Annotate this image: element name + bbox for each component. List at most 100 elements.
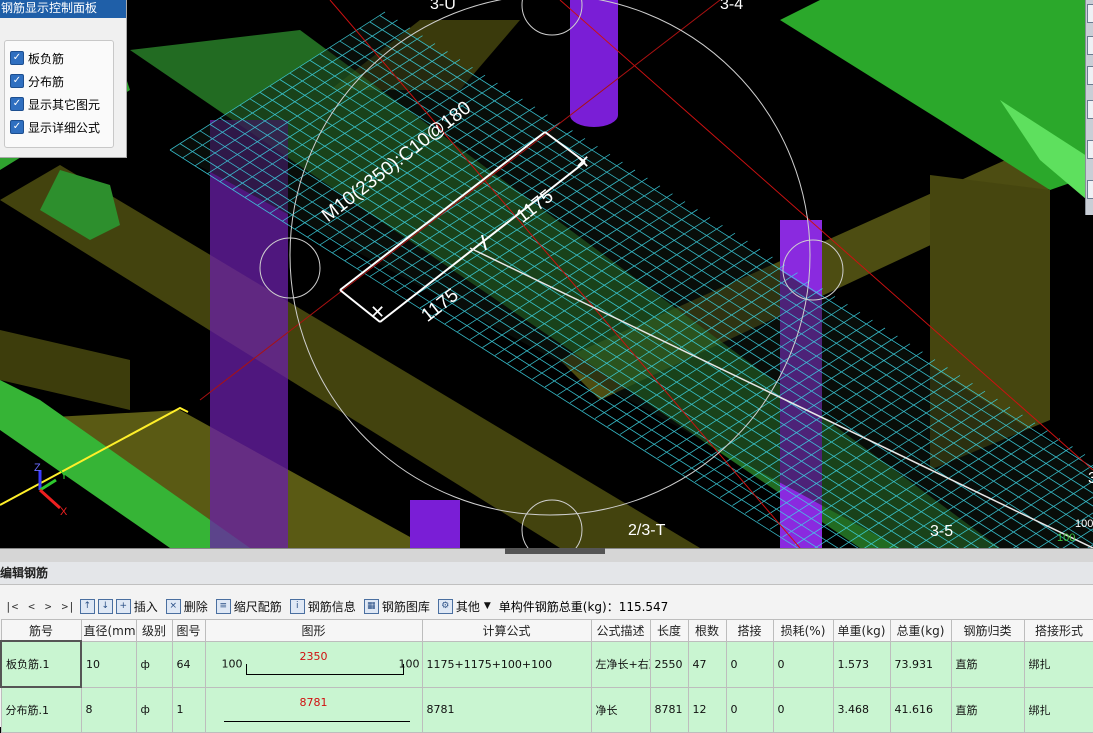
column-header[interactable]: 图形: [205, 620, 422, 642]
column-header[interactable]: 长度: [650, 620, 688, 642]
column-header[interactable]: 图号: [172, 620, 205, 642]
shape-line-drawing: [224, 721, 410, 722]
lap-type-cell[interactable]: 绑扎: [1024, 687, 1093, 733]
view-button[interactable]: [1087, 100, 1093, 119]
nav-first-button[interactable]: |<: [5, 600, 18, 613]
description-cell[interactable]: 左净长+右净长+…: [591, 641, 650, 687]
loss-cell[interactable]: 0: [773, 641, 833, 687]
grade-cell[interactable]: ф: [136, 641, 172, 687]
edit-toolbar: |< < > >| ↑ ↓ +插入 ×删除 ≡缩尺配筋 i钢筋信息 ▦钢筋图库 …: [0, 596, 1093, 616]
rebar-table: 筋号 直径(mm) 级别 图号 图形 计算公式 公式描述 长度 根数 搭接 损耗…: [0, 619, 1093, 733]
column-header[interactable]: 单重(kg): [833, 620, 890, 642]
nav-prev-button[interactable]: <: [28, 600, 35, 613]
control-panel-title: 钢筋显示控制面板: [0, 0, 126, 18]
model-scene: ✕ ✕: [0, 0, 1093, 548]
other-dropdown[interactable]: ⚙其他▼: [438, 598, 491, 615]
axis-gizmo-x: X: [60, 506, 67, 518]
move-up-icon[interactable]: ↑: [80, 599, 95, 614]
length-cell[interactable]: 2550: [650, 641, 688, 687]
nav-last-button[interactable]: >|: [62, 600, 75, 613]
column-header[interactable]: 搭接形式: [1024, 620, 1093, 642]
total-weight-cell[interactable]: 41.616: [890, 687, 951, 733]
column-header[interactable]: 根数: [688, 620, 726, 642]
formula-cell[interactable]: 1175+1175+100+100: [422, 641, 591, 687]
checkbox-checked-icon[interactable]: ✓: [10, 51, 24, 65]
count-cell[interactable]: 47: [688, 641, 726, 687]
figure-number-cell[interactable]: 1: [172, 687, 205, 733]
column-header[interactable]: 筋号: [1, 620, 81, 642]
lap-type-cell[interactable]: 绑扎: [1024, 641, 1093, 687]
column-header[interactable]: 搭接: [726, 620, 773, 642]
category-cell[interactable]: 直筋: [951, 687, 1024, 733]
checkbox-checked-icon[interactable]: ✓: [10, 120, 24, 134]
nav-next-button[interactable]: >: [45, 600, 52, 613]
delete-button[interactable]: ×删除: [166, 598, 208, 615]
view-button[interactable]: [1087, 140, 1093, 159]
shape-main-value[interactable]: 2350: [206, 650, 422, 663]
checkbox-checked-icon[interactable]: ✓: [10, 74, 24, 88]
axis-gizmo-y: Y: [60, 468, 68, 482]
total-weight-cell[interactable]: 73.931: [890, 641, 951, 687]
corner-text: 100: [1075, 518, 1093, 530]
delete-icon: ×: [166, 599, 181, 614]
shape-cell[interactable]: 100 2350 100: [205, 641, 422, 687]
scale-rebar-button[interactable]: ≡缩尺配筋: [216, 598, 282, 615]
insert-button[interactable]: +插入: [116, 598, 158, 615]
lap-cell[interactable]: 0: [726, 687, 773, 733]
option-show-detailed-formula[interactable]: ✓显示详细公式: [10, 118, 100, 136]
view-button[interactable]: [1087, 4, 1093, 23]
count-cell[interactable]: 12: [688, 687, 726, 733]
total-weight-label: 单构件钢筋总重(kg)：115.547: [499, 598, 669, 615]
svg-text:✕: ✕: [575, 152, 590, 173]
edit-panel-title: 编辑钢筋: [0, 562, 1093, 585]
unit-weight-cell[interactable]: 1.573: [833, 641, 890, 687]
figure-number-cell[interactable]: 64: [172, 641, 205, 687]
rebar-library-button[interactable]: ▦钢筋图库: [364, 598, 430, 615]
edit-rebar-panel: 编辑钢筋 |< < > >| ↑ ↓ +插入 ×删除 ≡缩尺配筋 i钢筋信息 ▦…: [0, 562, 1093, 727]
table-row[interactable]: 分布筋.1 8 ф 1 8781 8781 净长 8781 12 0 0 3.4…: [1, 687, 1093, 733]
option-show-other-elements[interactable]: ✓显示其它图元: [10, 95, 100, 113]
rebar-display-control-panel: 钢筋显示控制面板 ✓板负筋 ✓分布筋 ✓显示其它图元 ✓显示详细公式: [0, 0, 127, 158]
column-header[interactable]: 公式描述: [591, 620, 650, 642]
diameter-cell[interactable]: 8: [81, 687, 136, 733]
axis-label: 3-4: [720, 0, 743, 14]
3d-viewport[interactable]: ✕ ✕ 3-U 3-4 2/3-T 3-5 3 M10(2350):C10@18…: [0, 0, 1093, 548]
loss-cell[interactable]: 0: [773, 687, 833, 733]
column-header[interactable]: 损耗(%): [773, 620, 833, 642]
view-button[interactable]: [1087, 180, 1093, 199]
rebar-name-cell[interactable]: 板负筋.1: [1, 641, 81, 687]
column-header[interactable]: 级别: [136, 620, 172, 642]
rebar-info-button[interactable]: i钢筋信息: [290, 598, 356, 615]
axis-label: 3: [1088, 470, 1093, 488]
corner-text: 100: [1057, 532, 1075, 544]
checkbox-checked-icon[interactable]: ✓: [10, 97, 24, 111]
shape-main-value[interactable]: 8781: [206, 696, 422, 709]
rebar-info-icon: i: [290, 599, 305, 614]
rebar-name-cell[interactable]: 分布筋.1: [1, 687, 81, 733]
diameter-cell[interactable]: 10: [81, 641, 136, 687]
formula-cell[interactable]: 8781: [422, 687, 591, 733]
table-row[interactable]: 板负筋.1 10 ф 64 100 2350 100 1175+1175+100…: [1, 641, 1093, 687]
lap-cell[interactable]: 0: [726, 641, 773, 687]
shape-cell[interactable]: 8781: [205, 687, 422, 733]
column-header[interactable]: 钢筋归类: [951, 620, 1024, 642]
description-cell[interactable]: 净长: [591, 687, 650, 733]
grade-cell[interactable]: ф: [136, 687, 172, 733]
unit-weight-cell[interactable]: 3.468: [833, 687, 890, 733]
length-cell[interactable]: 8781: [650, 687, 688, 733]
axis-label: 3-U: [430, 0, 456, 14]
option-slab-negative-rebar[interactable]: ✓板负筋: [10, 49, 64, 67]
other-icon: ⚙: [438, 599, 453, 614]
column-header[interactable]: 总重(kg): [890, 620, 951, 642]
view-button[interactable]: [1087, 36, 1093, 55]
table-header-row: 筋号 直径(mm) 级别 图号 图形 计算公式 公式描述 长度 根数 搭接 损耗…: [1, 620, 1093, 642]
shape-right-value[interactable]: 100: [399, 658, 420, 671]
rebar-library-icon: ▦: [364, 599, 379, 614]
column-header[interactable]: 计算公式: [422, 620, 591, 642]
view-button[interactable]: [1087, 66, 1093, 85]
move-down-icon[interactable]: ↓: [98, 599, 113, 614]
splitter-handle[interactable]: [505, 548, 605, 554]
option-distribution-rebar[interactable]: ✓分布筋: [10, 72, 64, 90]
category-cell[interactable]: 直筋: [951, 641, 1024, 687]
column-header[interactable]: 直径(mm): [81, 620, 136, 642]
